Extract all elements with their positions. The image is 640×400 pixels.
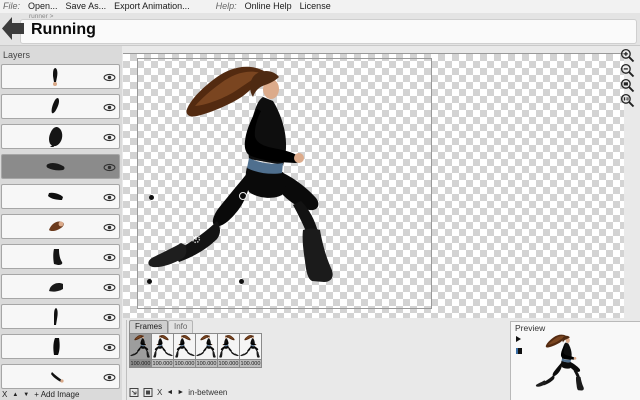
control-point[interactable] bbox=[239, 279, 244, 284]
control-point[interactable] bbox=[147, 279, 152, 284]
layer-thumb-lower-leg bbox=[53, 338, 60, 355]
layer-thumb-head-hair bbox=[49, 221, 64, 232]
frame-cell-4[interactable]: 100.000 bbox=[195, 333, 218, 368]
pivot-point[interactable] bbox=[239, 192, 247, 200]
page-title: Running bbox=[31, 21, 96, 38]
eye-icon[interactable] bbox=[103, 73, 116, 82]
layer-thumb-upper-arm bbox=[51, 98, 60, 114]
layer-item-lower-leg[interactable] bbox=[1, 334, 120, 359]
layer-item-front-boot[interactable] bbox=[1, 244, 120, 269]
file-menu-label: File: bbox=[3, 1, 21, 11]
play-icon[interactable] bbox=[516, 336, 521, 342]
frame-duration: 100.000 bbox=[130, 359, 151, 367]
move-frame-right-button[interactable]: ► bbox=[177, 389, 184, 396]
layers-panel: Layers X ▲ ▼ + Add Image bbox=[0, 46, 122, 400]
frame-duration: 100.000 bbox=[174, 359, 195, 367]
zoom-actual-size-icon[interactable] bbox=[620, 93, 635, 108]
layer-item-back-boot[interactable] bbox=[1, 274, 120, 299]
layer-item-head-hair[interactable] bbox=[1, 214, 120, 239]
header: runner > Running bbox=[0, 13, 640, 46]
inbetween-button[interactable]: in-between bbox=[188, 388, 227, 397]
menu-open[interactable]: Open... bbox=[28, 0, 58, 13]
eye-icon[interactable] bbox=[103, 103, 116, 112]
canvas[interactable] bbox=[123, 53, 624, 318]
layer-thumb-shin bbox=[54, 308, 58, 325]
panel-divider bbox=[126, 320, 127, 400]
move-layer-up-button[interactable]: ▲ bbox=[12, 392, 18, 398]
menu-bar: File: Open... Save As... Export Animatio… bbox=[0, 0, 640, 13]
menu-license[interactable]: License bbox=[300, 0, 331, 13]
move-layer-down-button[interactable]: ▼ bbox=[23, 392, 29, 398]
eye-icon[interactable] bbox=[103, 283, 116, 292]
eye-icon[interactable] bbox=[103, 313, 116, 322]
eye-icon[interactable] bbox=[103, 163, 116, 172]
preview-panel: Preview bbox=[510, 321, 640, 400]
paste-frame-icon[interactable] bbox=[143, 387, 153, 398]
joint-gear-icon[interactable] bbox=[191, 234, 201, 244]
layer-thumb-front-boot bbox=[53, 249, 63, 265]
eye-icon[interactable] bbox=[103, 373, 116, 382]
layers-footer: X ▲ ▼ + Add Image bbox=[2, 390, 79, 399]
back-icon[interactable] bbox=[2, 16, 25, 41]
eye-icon[interactable] bbox=[103, 223, 116, 232]
frame-strip: 100.000 100.000 100.000 100.000 100.000 … bbox=[129, 333, 262, 368]
title-field[interactable] bbox=[20, 19, 637, 44]
frame-thumb bbox=[218, 334, 239, 359]
layer-thumb-arm-small bbox=[51, 372, 64, 383]
layer-thumb-torso bbox=[49, 127, 63, 147]
frame-thumb bbox=[196, 334, 217, 359]
control-point[interactable] bbox=[149, 195, 154, 200]
layer-thumb-calf bbox=[48, 192, 63, 200]
frame-duration: 100.000 bbox=[240, 359, 261, 367]
frame-cell-2[interactable]: 100.000 bbox=[151, 333, 174, 368]
move-frame-left-button[interactable]: ◄ bbox=[166, 389, 173, 396]
frame-cell-1[interactable]: 100.000 bbox=[129, 333, 152, 368]
layers-title: Layers bbox=[3, 50, 31, 60]
delete-frame-button[interactable]: X bbox=[157, 388, 162, 397]
layer-thumb-back-boot bbox=[49, 283, 63, 292]
frame-duration: 100.000 bbox=[196, 359, 217, 367]
eye-icon[interactable] bbox=[103, 133, 116, 142]
help-menu-label: Help: bbox=[215, 1, 237, 11]
eye-icon[interactable] bbox=[103, 253, 116, 262]
frame-thumb bbox=[152, 334, 173, 359]
layer-thumb-forearm-hand bbox=[53, 68, 58, 86]
frame-thumb bbox=[174, 334, 195, 359]
frame-cell-5[interactable]: 100.000 bbox=[217, 333, 240, 368]
zoom-out-icon[interactable] bbox=[620, 63, 635, 78]
preview-runner-figure bbox=[535, 332, 587, 394]
frame-controls: X ◄ ► in-between bbox=[129, 386, 227, 398]
menu-export-animation[interactable]: Export Animation... bbox=[114, 0, 190, 13]
eye-icon[interactable] bbox=[103, 343, 116, 352]
runner-figure[interactable] bbox=[145, 61, 345, 291]
layer-item-shin[interactable] bbox=[1, 304, 120, 329]
frame-thumb bbox=[240, 334, 261, 359]
frame-thumb bbox=[130, 334, 151, 359]
eye-icon[interactable] bbox=[103, 193, 116, 202]
layer-item-calf[interactable] bbox=[1, 184, 120, 209]
add-image-button[interactable]: + Add Image bbox=[34, 390, 79, 399]
layer-item-arm-small[interactable] bbox=[1, 364, 120, 389]
layer-item-thigh[interactable] bbox=[1, 154, 120, 179]
zoom-in-icon[interactable] bbox=[620, 48, 635, 63]
frame-duration: 100.000 bbox=[218, 359, 239, 367]
layer-item-torso[interactable] bbox=[1, 124, 120, 149]
copy-frame-icon[interactable] bbox=[129, 387, 139, 398]
layer-item-upper-arm[interactable] bbox=[1, 94, 120, 119]
layer-thumb-thigh bbox=[46, 162, 65, 171]
zoom-fit-icon[interactable] bbox=[620, 78, 635, 93]
delete-layer-button[interactable]: X bbox=[2, 390, 7, 399]
breadcrumb[interactable]: runner > bbox=[29, 13, 53, 20]
menu-online-help[interactable]: Online Help bbox=[245, 0, 292, 13]
layer-item-forearm-hand[interactable] bbox=[1, 64, 120, 89]
stop-icon[interactable] bbox=[516, 348, 522, 354]
frame-cell-3[interactable]: 100.000 bbox=[173, 333, 196, 368]
tab-frames[interactable]: Frames bbox=[129, 320, 169, 333]
menu-save-as[interactable]: Save As... bbox=[66, 0, 107, 13]
frame-cell-6[interactable]: 100.000 bbox=[239, 333, 262, 368]
tab-info[interactable]: Info bbox=[168, 320, 194, 333]
frame-duration: 100.000 bbox=[152, 359, 173, 367]
